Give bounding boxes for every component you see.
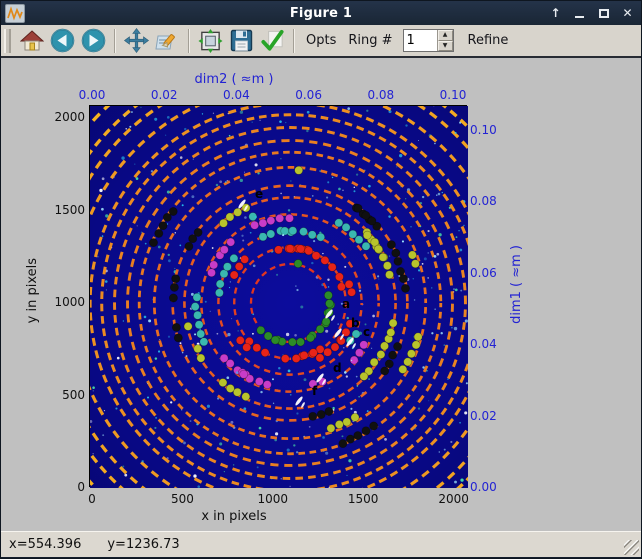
axis-tick-label: 500 xyxy=(162,492,202,506)
axis-tick-label-blue: 0.06 xyxy=(289,88,329,102)
spin-down-button[interactable]: ▼ xyxy=(438,41,453,52)
svg-text:c: c xyxy=(363,325,370,339)
fit-window-icon xyxy=(198,28,223,54)
bottom-axis-title: x in pixels xyxy=(1,509,467,524)
floppy-icon xyxy=(229,28,254,53)
maximize-button[interactable] xyxy=(596,5,611,21)
minimize-button[interactable] xyxy=(572,5,587,21)
figure-canvas[interactable]: dim2 ( ≈m ) dim1 ( ≈m ) y in pixels x in… xyxy=(1,60,642,531)
axis-tick-label-blue: 0.04 xyxy=(470,337,497,351)
svg-text:d: d xyxy=(333,361,342,375)
axis-tick-label-blue: 0.08 xyxy=(361,88,401,102)
axis-tick-label-blue: 0.00 xyxy=(470,480,497,494)
top-axis-title: dim2 ( ≈m ) xyxy=(1,72,467,87)
resize-grip[interactable] xyxy=(624,540,639,555)
refine-button[interactable]: Refine xyxy=(468,33,509,48)
toolbar: Opts Ring # ▲ ▼ Refine xyxy=(1,25,641,58)
cursor-x-readout: x=554.396 xyxy=(9,537,81,552)
minimize-icon xyxy=(575,16,584,18)
ring-number-input[interactable] xyxy=(404,30,437,51)
forward-button[interactable] xyxy=(80,27,107,54)
axis-tick-label: 2000 xyxy=(39,110,85,124)
right-axis-title: dim1 ( ≈m ) xyxy=(509,245,524,324)
svg-text:e: e xyxy=(255,187,263,201)
axis-tick-label-blue: 0.02 xyxy=(470,409,497,423)
titlebar: Figure 1 ↑ ✕ xyxy=(1,1,641,25)
save-button[interactable] xyxy=(228,27,255,54)
axis-tick-label: 0 xyxy=(39,480,85,494)
forward-icon xyxy=(81,28,106,53)
green-check-icon xyxy=(260,28,285,54)
home-icon xyxy=(20,29,44,53)
close-button[interactable]: ✕ xyxy=(620,5,635,21)
toolbar-separator xyxy=(293,29,295,53)
spin-up-button[interactable]: ▲ xyxy=(438,30,453,41)
diffraction-image: abc d e f xyxy=(90,106,468,488)
plot-axes[interactable]: abc d e f xyxy=(89,105,467,487)
back-button[interactable] xyxy=(49,27,76,54)
axis-tick-label-blue: 0.10 xyxy=(433,88,473,102)
axis-tick-label: 2000 xyxy=(434,492,474,506)
ring-number-spinbox: ▲ ▼ xyxy=(403,29,454,52)
axis-tick-label: 1500 xyxy=(39,203,85,217)
axis-tick-label-blue: 0.02 xyxy=(144,88,184,102)
toolbar-separator xyxy=(188,29,190,53)
ring-number-label: Ring # xyxy=(348,33,392,48)
window-title: Figure 1 xyxy=(1,6,641,21)
pan-icon xyxy=(124,28,149,53)
axis-tick-label: 0 xyxy=(72,492,112,506)
axis-tick-label: 1000 xyxy=(39,295,85,309)
pan-button[interactable] xyxy=(123,27,150,54)
opts-button[interactable]: Opts xyxy=(306,33,336,48)
svg-text:a: a xyxy=(342,297,350,311)
svg-text:b: b xyxy=(351,316,360,330)
axis-tick-label-blue: 0.10 xyxy=(470,123,497,137)
back-icon xyxy=(50,28,75,53)
axis-tick-label: 1000 xyxy=(253,492,293,506)
statusbar: x=554.396 y=1236.73 xyxy=(1,531,641,557)
axis-tick-label: 1500 xyxy=(343,492,383,506)
axis-tick-label-blue: 0.08 xyxy=(470,194,497,208)
pencil-note-icon xyxy=(155,28,180,53)
left-axis-title: y in pixels xyxy=(25,258,40,323)
zoom-button[interactable] xyxy=(154,27,181,54)
toolbar-separator xyxy=(114,29,116,53)
axis-tick-label-blue: 0.06 xyxy=(470,266,497,280)
toolbar-drag-handle[interactable] xyxy=(4,29,11,53)
shade-button[interactable]: ↑ xyxy=(548,5,563,21)
svg-text:f: f xyxy=(312,384,318,398)
subplots-button[interactable] xyxy=(197,27,224,54)
cursor-y-readout: y=1236.73 xyxy=(107,537,179,552)
home-button[interactable] xyxy=(18,27,45,54)
figure-window: Figure 1 ↑ ✕ xyxy=(0,0,642,559)
axis-tick-label: 500 xyxy=(39,388,85,402)
axis-tick-label-blue: 0.00 xyxy=(72,88,112,102)
maximize-icon xyxy=(599,9,609,18)
apply-button[interactable] xyxy=(259,27,286,54)
axis-tick-label-blue: 0.04 xyxy=(216,88,256,102)
